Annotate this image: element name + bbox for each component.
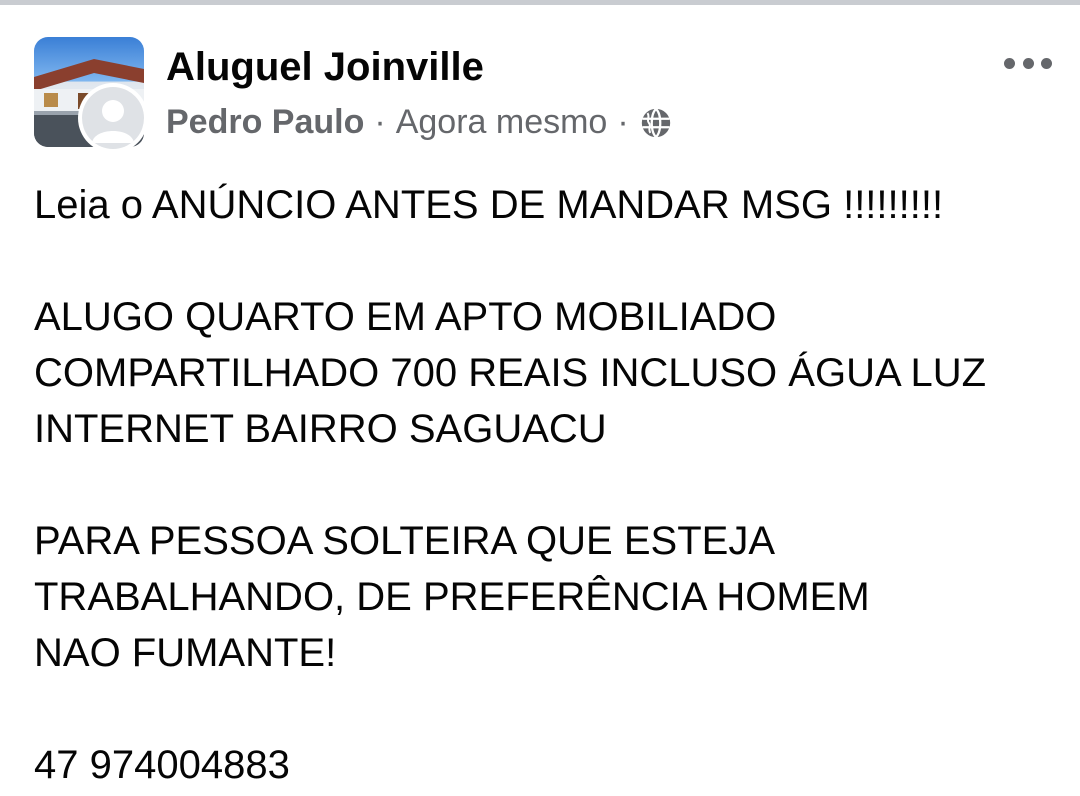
meta-separator: · — [374, 103, 386, 141]
post-line-4: INTERNET BAIRRO SAGUACU — [34, 407, 607, 451]
author-avatar[interactable] — [78, 83, 148, 153]
post-meta: Pedro Paulo · Agora mesmo · — [166, 103, 673, 142]
meta-separator-2: · — [617, 103, 629, 141]
author-name-link[interactable]: Pedro Paulo — [166, 103, 364, 142]
more-horizontal-icon — [1004, 57, 1015, 69]
globe-icon — [639, 106, 673, 140]
feed-post: Aluguel Joinville Pedro Paulo · Agora me… — [0, 5, 1080, 796]
post-header: Aluguel Joinville Pedro Paulo · Agora me… — [34, 37, 1052, 153]
group-name-link[interactable]: Aluguel Joinville — [166, 45, 484, 90]
post-line-2: ALUGO QUARTO EM APTO MOBILIADO — [34, 295, 777, 339]
post-line-1: Leia o ANÚNCIO ANTES DE MANDAR MSG !!!!!… — [34, 183, 944, 227]
post-line-7: NAO FUMANTE! — [34, 631, 337, 675]
post-timestamp[interactable]: Agora mesmo — [396, 103, 608, 142]
post-line-6: TRABALHANDO, DE PREFERÊNCIA HOMEM — [34, 575, 870, 619]
more-dot-2 — [1022, 57, 1034, 69]
more-dot-3 — [1041, 57, 1052, 69]
more-options-button[interactable] — [1004, 51, 1052, 75]
phone-number[interactable]: 47 974004883 — [34, 737, 1054, 793]
post-line-5: PARA PESSOA SOLTEIRA QUE ESTEJA — [34, 519, 775, 563]
post-body: Leia o ANÚNCIO ANTES DE MANDAR MSG !!!!!… — [34, 177, 1054, 793]
post-line-3: COMPARTILHADO 700 REAIS INCLUSO ÁGUA LUZ — [34, 351, 987, 395]
